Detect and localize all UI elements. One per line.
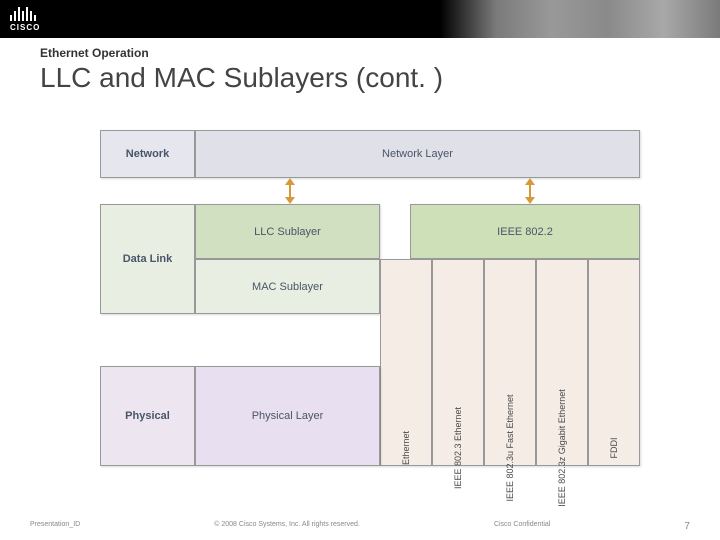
double-arrow-icon xyxy=(285,178,295,204)
datalink-label-cell: Data Link xyxy=(100,204,195,314)
top-banner: CISCO xyxy=(0,0,720,38)
column-label: Ethernet xyxy=(401,431,411,465)
layers-diagram: Network Network Layer Data Link LLC Subl… xyxy=(100,130,640,470)
physical-layer-block: Physical Layer xyxy=(195,366,380,466)
mac-sublayer-block: MAC Sublayer xyxy=(195,259,380,314)
cisco-logo: CISCO xyxy=(10,7,40,32)
page-number: 7 xyxy=(684,521,690,532)
column-label: FDDI xyxy=(609,438,619,459)
standards-columns: Ethernet IEEE 802.3 Ethernet IEEE 802.3u… xyxy=(380,259,640,466)
network-layer-block: Network Layer xyxy=(195,130,640,178)
llc-sublayer-block: LLC Sublayer xyxy=(195,204,380,259)
double-arrow-icon xyxy=(525,178,535,204)
column-label: IEEE 802.3z Gigabit Ethernet xyxy=(557,389,567,507)
column-8023z: IEEE 802.3z Gigabit Ethernet xyxy=(536,259,588,466)
slide-footer: Presentation_ID © 2008 Cisco Systems, In… xyxy=(0,521,720,532)
column-ethernet: Ethernet xyxy=(380,259,432,466)
arrow-row xyxy=(195,178,640,204)
logo-bars-icon xyxy=(10,7,40,21)
banner-photo-strip xyxy=(440,0,720,38)
column-label: IEEE 802.3u Fast Ethernet xyxy=(505,394,515,501)
ieee-8022-block: IEEE 802.2 xyxy=(410,204,640,259)
physical-label-cell: Physical xyxy=(100,366,195,466)
footer-copyright: © 2008 Cisco Systems, Inc. All rights re… xyxy=(214,521,360,532)
slide-header: Ethernet Operation LLC and MAC Sublayers… xyxy=(0,38,720,94)
footer-left: Presentation_ID xyxy=(30,521,80,532)
footer-confidential: Cisco Confidential xyxy=(494,521,550,532)
slide-kicker: Ethernet Operation xyxy=(40,46,680,60)
column-8023u: IEEE 802.3u Fast Ethernet xyxy=(484,259,536,466)
logo-text: CISCO xyxy=(10,23,40,32)
column-8023: IEEE 802.3 Ethernet xyxy=(432,259,484,466)
column-label: IEEE 802.3 Ethernet xyxy=(453,407,463,489)
column-fddi: FDDI xyxy=(588,259,640,466)
network-label-cell: Network xyxy=(100,130,195,178)
slide-title: LLC and MAC Sublayers (cont. ) xyxy=(40,62,680,94)
